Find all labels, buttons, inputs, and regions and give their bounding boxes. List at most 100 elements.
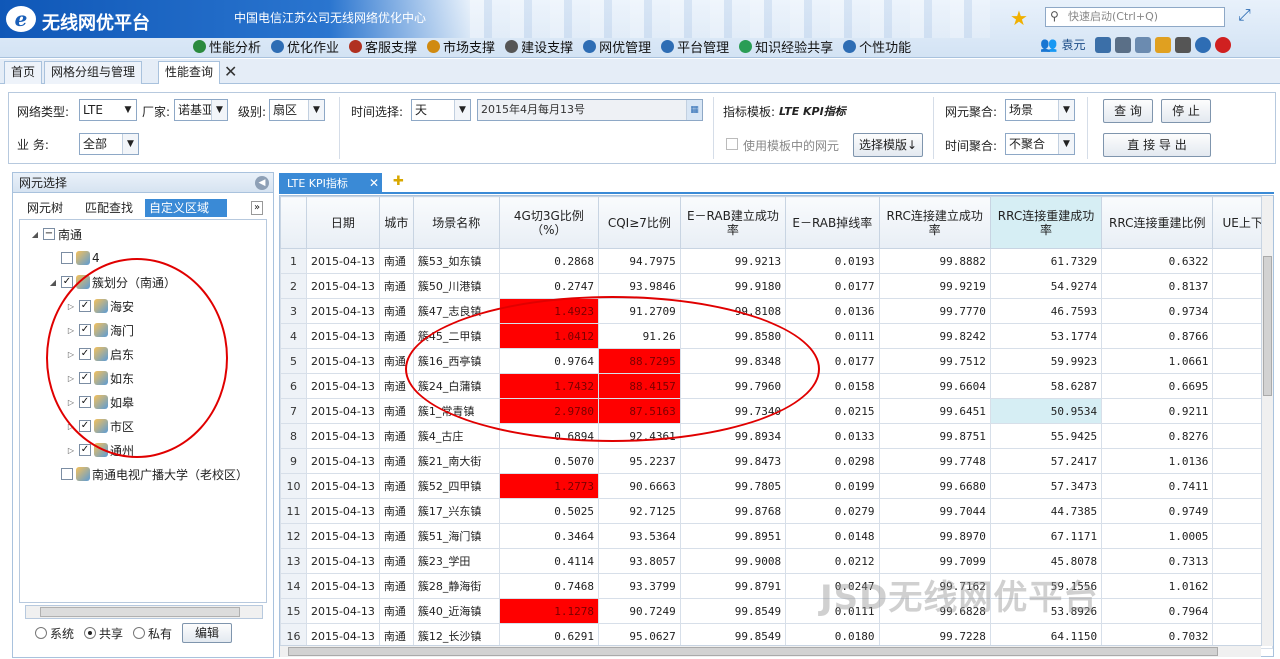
g-icon[interactable] (1135, 36, 1152, 53)
tree-node[interactable]: ◢ − 南通 (30, 224, 82, 244)
radio-shared[interactable]: 共享 (84, 625, 123, 642)
time-unit-select[interactable]: 天 ▼ (411, 99, 471, 121)
column-header[interactable]: 城市 (378, 196, 414, 249)
menu-item-1[interactable]: 优化作业 (268, 36, 342, 56)
menu-item-7[interactable]: 知识经验共享 (736, 36, 836, 56)
radio-system[interactable]: 系统 (35, 625, 74, 642)
export-button[interactable]: 直 接 导 出 (1103, 133, 1211, 157)
table-row[interactable]: 15 2015-04-13 南通 簇40_近海镇 1.1278 90.7249 99.854… (280, 598, 1273, 624)
table-row[interactable]: 12 2015-04-13 南通 簇51_海门镇 0.3464 93.5364 99.895… (280, 523, 1273, 549)
edit-button[interactable]: 编辑 (182, 623, 233, 643)
region-icon (76, 467, 90, 481)
table-row[interactable]: 11 2015-04-13 南通 簇17_兴东镇 0.5025 92.7125 99.876… (280, 498, 1273, 524)
menu-item-8[interactable]: 个性功能 (840, 36, 914, 56)
tree-node[interactable]: 4 (48, 248, 100, 268)
radio-private[interactable]: 私有 (133, 625, 172, 642)
column-header[interactable]: RRC连接重建成功率 (989, 196, 1103, 249)
column-header[interactable]: CQI≥7比例 (598, 196, 681, 249)
close-icon[interactable]: ✕ (369, 173, 379, 194)
collapse-icon[interactable]: ◀ (255, 176, 269, 190)
column-header[interactable]: RRC连接建立成功率 (878, 196, 991, 249)
expand-icon[interactable]: ◢ (48, 278, 58, 287)
level-select[interactable]: 扇区 ▼ (269, 99, 325, 121)
column-header[interactable]: 场景名称 (412, 196, 500, 249)
net-type-select[interactable]: LTE ▼ (79, 99, 137, 121)
column-header[interactable]: 4G切3G比例（%） (498, 196, 600, 249)
menu-item-5[interactable]: 网优管理 (580, 36, 654, 56)
table-cell: 99.8951 (679, 523, 787, 549)
table-row[interactable]: 14 2015-04-13 南通 簇28_静海街 0.7468 93.3799 99.879… (280, 573, 1273, 599)
expand-icon[interactable]: ▷ (66, 446, 76, 455)
table-row[interactable]: 2 2015-04-13 南通 簇50_川港镇 0.2747 93.9846 99.9180… (280, 273, 1273, 299)
fullscreen-icon[interactable]: ⤢ (1238, 5, 1251, 25)
table-row[interactable]: 13 2015-04-13 南通 簇23_学田 0.4114 93.8057 99.9008… (280, 548, 1273, 574)
new-tab-icon[interactable]: ✚ (393, 174, 404, 189)
tab-grid-management[interactable]: 网格分组与管理 (44, 61, 143, 84)
tree-checkbox[interactable] (61, 252, 73, 264)
column-header[interactable]: RRC连接重建比例 (1101, 196, 1214, 249)
more-icon[interactable]: » (251, 201, 264, 215)
ne-agg-select[interactable]: 场景 ▼ (1005, 99, 1075, 121)
column-header[interactable]: E－RAB建立成功率 (679, 196, 787, 249)
menu-item-4[interactable]: 建设支撑 (502, 36, 576, 56)
favorite-star-icon[interactable]: ★ (1010, 6, 1028, 30)
user-name[interactable]: 袁元 (1061, 36, 1085, 53)
stop-button[interactable]: 停 止 (1161, 99, 1211, 123)
column-header[interactable] (280, 196, 307, 249)
subtab-custom-area[interactable]: 自定义区域 (145, 199, 227, 217)
business-select[interactable]: 全部 ▼ (79, 133, 139, 155)
scroll-thumb[interactable] (288, 647, 1218, 656)
menu-item-2[interactable]: 客服支撑 (346, 36, 420, 56)
table-cell: 99.8751 (878, 423, 991, 449)
tree-checkbox[interactable] (61, 468, 73, 480)
calendar-icon[interactable]: ▦ (686, 100, 702, 120)
table-cell: 99.9008 (679, 548, 787, 574)
time-agg-select[interactable]: 不聚合 ▼ (1005, 133, 1075, 155)
scroll-thumb[interactable] (1263, 256, 1272, 396)
tab-home[interactable]: 首页 (4, 61, 43, 84)
photo-icon[interactable] (1175, 36, 1192, 53)
grid-tab-lte-kpi[interactable]: LTE KPI指标 ✕ (279, 173, 382, 194)
power-icon[interactable] (1215, 36, 1232, 53)
quick-search-input[interactable]: 快速启动(Ctrl+Q) (1045, 7, 1225, 27)
table-row[interactable]: 3 2015-04-13 南通 簇47_志良镇 1.4923 91.2709 99.8108… (280, 298, 1273, 324)
vendor-select[interactable]: 诺基亚 ▼ (174, 99, 228, 121)
table-cell: 15 (280, 598, 307, 624)
grid-horizontal-scrollbar[interactable] (280, 645, 1261, 657)
table-row[interactable]: 8 2015-04-13 南通 簇4_古庄 0.6894 92.4361 99.8934 0.… (280, 423, 1273, 449)
choose-template-button[interactable]: 选择模版↓ (853, 133, 923, 157)
table-row[interactable]: 9 2015-04-13 南通 簇21_南大街 0.5070 95.2237 99.8473… (280, 448, 1273, 474)
help-icon[interactable] (1195, 36, 1212, 53)
grid-vertical-scrollbar[interactable] (1261, 196, 1273, 646)
tree-checkbox[interactable]: − (43, 228, 55, 240)
time-value-input[interactable]: 2015年4月每月13号 ▦ (477, 99, 703, 121)
use-template-checkbox[interactable] (726, 138, 738, 150)
document-icon[interactable] (1155, 36, 1172, 53)
thumb-up-icon[interactable] (1095, 36, 1112, 53)
table-row[interactable]: 1 2015-04-13 南通 簇53_如东镇 0.2868 94.7975 99.9213… (280, 248, 1273, 274)
tree-scrollbar[interactable] (25, 605, 263, 619)
column-header[interactable]: E－RAB掉线率 (785, 196, 880, 249)
table-cell: 0.0177 (785, 273, 880, 299)
menu-item-3[interactable]: 市场支撑 (424, 36, 498, 56)
camera-icon[interactable] (1115, 36, 1132, 53)
tree-checkbox[interactable]: ✓ (61, 276, 73, 288)
table-cell: 南通 (378, 448, 414, 474)
subtab-ne-tree[interactable]: 网元树 (23, 199, 67, 217)
template-value[interactable]: LTE KPI指标 (779, 103, 846, 119)
column-header[interactable]: 日期 (305, 196, 380, 249)
expand-icon[interactable]: ◢ (30, 230, 40, 239)
query-button[interactable]: 查 询 (1103, 99, 1153, 123)
menu-item-0[interactable]: 性能分析 (190, 36, 264, 56)
table-cell: 簇17_兴东镇 (412, 498, 500, 524)
table-cell: 14 (280, 573, 307, 599)
close-icon[interactable]: ✕ (224, 62, 237, 81)
scroll-thumb[interactable] (40, 607, 240, 617)
subtab-match-search[interactable]: 匹配查找 (81, 199, 137, 217)
menu-item-6[interactable]: 平台管理 (658, 36, 732, 56)
tab-performance-query[interactable]: 性能查询 (158, 61, 221, 84)
tree-checkbox[interactable]: ✓ (79, 444, 91, 456)
table-row[interactable]: 10 2015-04-13 南通 簇52_四甲镇 1.2773 90.6663 99.780… (280, 473, 1273, 499)
tree-node[interactable]: 南通电视广播大学（老校区） (48, 464, 248, 484)
table-cell: 92.7125 (598, 498, 681, 524)
